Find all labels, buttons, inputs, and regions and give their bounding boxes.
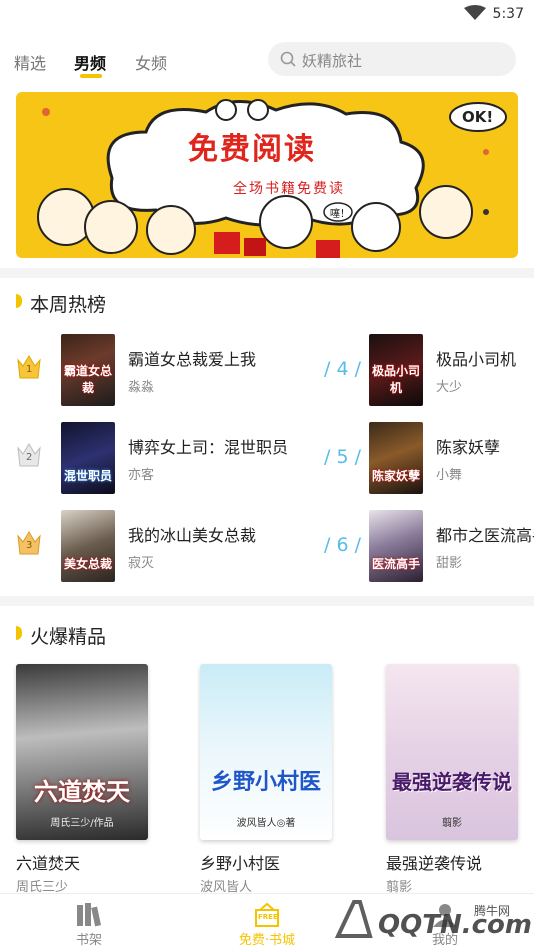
rank-item-3[interactable]: 3 美女总裁 我的冰山美女总裁 寂灭 (16, 510, 356, 582)
banner-ok-text: OK! (462, 108, 494, 126)
hot-book-1[interactable]: 六道焚天 周氏三少/作品 六道焚天 周氏三少 (16, 664, 148, 895)
tab-female[interactable]: 女频 (135, 50, 167, 74)
rank-number: / 5 / (324, 446, 361, 468)
active-tab-indicator (80, 74, 102, 78)
section-divider (0, 268, 534, 278)
hot-book-2[interactable]: 乡野小村医 波风皆人◎著 乡野小村医 波风皆人 (200, 664, 332, 895)
weekly-ranking-title: 本周热榜 (30, 294, 107, 316)
free-badge-text: FREE (258, 913, 278, 921)
book-title: 乡野小村医 (200, 854, 281, 873)
top-nav: 精选 男频 女频 妖精旅社 (0, 38, 534, 82)
wifi-icon (464, 5, 486, 20)
book-title: 都市之医流高手 (436, 526, 534, 545)
book-cover[interactable]: 陈家妖孽 (369, 422, 423, 494)
section-accent-bar (16, 294, 22, 308)
rank-number: / 4 / (324, 358, 361, 380)
section-accent-bar (16, 626, 22, 640)
book-title: 陈家妖孽 (436, 438, 501, 457)
book-title: 六道焚天 (16, 854, 81, 873)
book-title: 极品小司机 (436, 350, 517, 369)
book-title: 最强逆袭传说 (386, 854, 483, 873)
banner-sticker-text: 噻！ (330, 209, 350, 220)
watermark: QQTN.com 腾牛网 (330, 892, 534, 949)
watermark-logo-icon (334, 900, 373, 938)
rank-item-2[interactable]: 2 混世职员 博弈女上司：混世职员 亦客 (16, 422, 356, 494)
rank-item-5[interactable]: / 5 / 陈家妖孽 陈家妖孽 小舞 (320, 422, 534, 494)
rank-number: / 6 / (324, 534, 361, 556)
rank-number: 1 (26, 364, 33, 375)
banner-title: 免费阅读 (188, 132, 316, 167)
hot-picks-title: 火爆精品 (30, 626, 107, 648)
status-bar: 5:37 (0, 0, 534, 28)
rank-item-4[interactable]: / 4 / 极品小司机 极品小司机 大少 (320, 334, 534, 406)
status-time: 5:37 (492, 6, 524, 22)
book-author: 甜影 (436, 556, 463, 571)
rank-number: 3 (26, 540, 33, 551)
watermark-brand: 腾牛网 (474, 904, 511, 918)
rank-number: 2 (26, 452, 33, 463)
tab-label: 书架 (75, 933, 102, 948)
book-title: 霸道女总裁爱上我 (128, 350, 257, 369)
book-author: 寂灭 (128, 556, 155, 571)
book-author: 小舞 (436, 468, 463, 483)
book-author: 大少 (436, 380, 463, 395)
book-author: 亦客 (128, 468, 155, 483)
tab-male[interactable]: 男频 (74, 50, 106, 74)
banner-cloud-art (37, 99, 507, 258)
tab-bookshelf[interactable]: 书架 (0, 894, 178, 950)
tab-featured[interactable]: 精选 (14, 50, 46, 74)
search-icon (280, 51, 296, 67)
book-cover[interactable]: 乡野小村医 波风皆人◎著 (200, 664, 332, 840)
search-placeholder: 妖精旅社 (302, 52, 363, 70)
book-title: 我的冰山美女总裁 (128, 526, 257, 545)
search-box[interactable]: 妖精旅社 (268, 42, 516, 76)
book-cover[interactable]: 六道焚天 周氏三少/作品 (16, 664, 148, 840)
book-cover[interactable]: 霸道女总裁 (61, 334, 115, 406)
rank-item-1[interactable]: 1 霸道女总裁 霸道女总裁爱上我 淼淼 (16, 334, 356, 406)
book-author: 淼淼 (128, 380, 155, 395)
banner-subtitle: 全场书籍免费读 (233, 181, 345, 197)
books-icon (77, 903, 102, 927)
book-cover[interactable]: 医流高手 (369, 510, 423, 582)
hot-book-3[interactable]: 最强逆袭传说 翦影 最强逆袭传说 翦影 (386, 664, 518, 895)
book-cover[interactable]: 混世职员 (61, 422, 115, 494)
book-cover[interactable]: 最强逆袭传说 翦影 (386, 664, 518, 840)
promo-banner[interactable]: 免费阅读 全场书籍免费读 OK! 噻！ (16, 92, 518, 258)
book-title: 博弈女上司：混世职员 (128, 438, 289, 457)
section-divider (0, 596, 534, 606)
rank-item-6[interactable]: / 6 / 医流高手 都市之医流高手 甜影 (320, 510, 534, 582)
book-cover[interactable]: 极品小司机 (369, 334, 423, 406)
book-cover[interactable]: 美女总裁 (61, 510, 115, 582)
